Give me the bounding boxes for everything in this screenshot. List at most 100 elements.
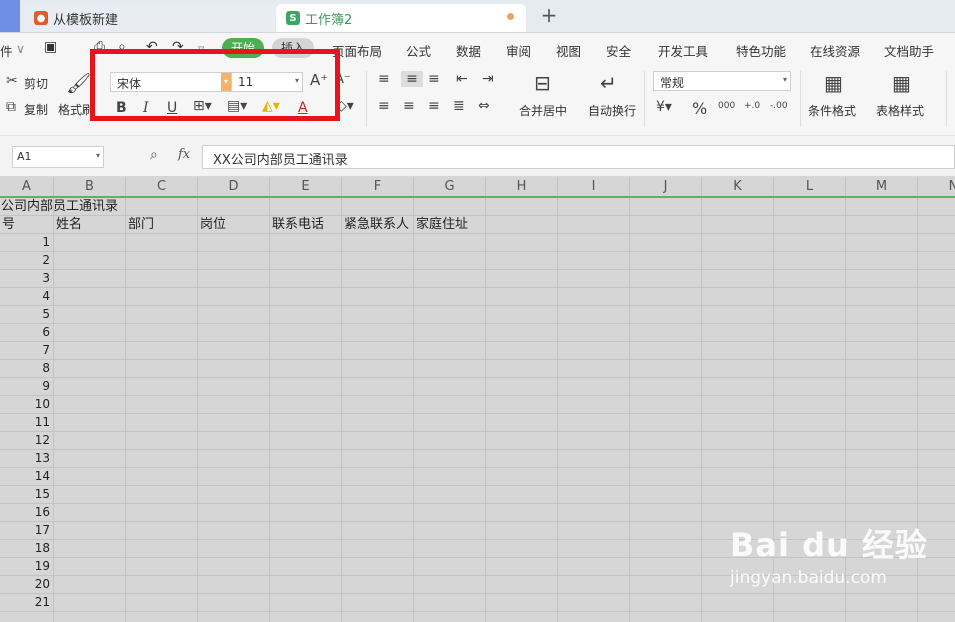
row-number-cell[interactable]: 10	[0, 396, 50, 413]
format-painter-icon[interactable]: 🖌	[66, 71, 91, 95]
align-left-icon[interactable]: ≡	[378, 98, 390, 114]
merge-center-button[interactable]: 合并居中	[519, 102, 567, 119]
row-number-cell[interactable]: 9	[0, 378, 50, 395]
currency-icon[interactable]: ¥▾	[656, 99, 672, 115]
tab-workbook[interactable]: S 工作簿2	[276, 4, 526, 32]
column-header[interactable]: H	[486, 177, 558, 196]
zoom-icon[interactable]: ⌕	[150, 147, 158, 163]
chevron-down-icon[interactable]: ∨	[16, 41, 25, 56]
justify-icon[interactable]: ≣	[453, 98, 465, 114]
tab-label: 从模板新建	[53, 12, 119, 28]
row-number-cell[interactable]: 21	[0, 594, 50, 611]
number-format-select[interactable]: 常规 ▾	[653, 71, 791, 91]
column-header[interactable]: L	[774, 177, 846, 196]
column-header[interactable]: C	[126, 177, 198, 196]
name-box[interactable]: A1 ▾	[12, 146, 104, 168]
fx-button[interactable]: fx	[178, 147, 190, 162]
header-cell[interactable]: 号	[2, 216, 15, 233]
column-header[interactable]: N	[918, 177, 955, 196]
divider	[644, 71, 645, 127]
row-number-cell[interactable]: 11	[0, 414, 50, 431]
row-number-cell[interactable]: 18	[0, 540, 50, 557]
number-format-value: 常规	[660, 76, 685, 90]
row-number-cell[interactable]: 17	[0, 522, 50, 539]
align-center-icon[interactable]: ≡	[403, 98, 415, 114]
align-middle-icon[interactable]: ≡	[401, 71, 423, 87]
wrap-text-button[interactable]: 自动换行	[588, 102, 636, 119]
header-cell[interactable]: 姓名	[56, 216, 82, 233]
copy-icon[interactable]: ⧉	[6, 99, 16, 115]
tab-security[interactable]: 安全	[606, 41, 631, 60]
row-number-cell[interactable]: 14	[0, 468, 50, 485]
row-number-cell[interactable]: 5	[0, 306, 50, 323]
column-header[interactable]: I	[558, 177, 630, 196]
row-gridline	[0, 431, 955, 432]
column-header[interactable]: D	[198, 177, 270, 196]
copy-label[interactable]: 复制	[24, 101, 48, 118]
row-number-cell[interactable]: 1	[0, 234, 50, 251]
thousands-button[interactable]: 000	[718, 101, 735, 111]
conditional-format-icon[interactable]: ▦	[824, 71, 843, 95]
tab-online[interactable]: 在线资源	[810, 41, 860, 60]
row-number-cell[interactable]: 7	[0, 342, 50, 359]
merge-cells-icon[interactable]: ⊟	[534, 71, 551, 95]
column-header[interactable]: J	[630, 177, 702, 196]
row-number-cell[interactable]: 3	[0, 270, 50, 287]
row-number-cell[interactable]: 16	[0, 504, 50, 521]
column-header[interactable]: K	[702, 177, 774, 196]
column-header[interactable]: G	[414, 177, 486, 196]
table-style-icon[interactable]: ▦	[892, 71, 911, 95]
menu-file[interactable]: 件	[0, 41, 13, 60]
row-number-cell[interactable]: 19	[0, 558, 50, 575]
header-cell[interactable]: 联系电话	[272, 216, 324, 233]
distribute-icon[interactable]: ⇔	[478, 98, 490, 114]
tab-template[interactable]: ● 从模板新建	[24, 4, 274, 32]
row-number-cell[interactable]: 15	[0, 486, 50, 503]
align-right-icon[interactable]: ≡	[428, 98, 440, 114]
column-header[interactable]: M	[846, 177, 918, 196]
format-painter-label[interactable]: 格式刷	[58, 101, 94, 118]
tab-assistant[interactable]: 文档助手	[884, 41, 934, 60]
table-style-button[interactable]: 表格样式	[876, 102, 924, 119]
conditional-format-button[interactable]: 条件格式	[808, 102, 856, 119]
cut-label[interactable]: 剪切	[24, 75, 48, 92]
tab-data[interactable]: 数据	[456, 41, 481, 60]
app-home-tab[interactable]	[0, 0, 20, 32]
row-number-cell[interactable]: 6	[0, 324, 50, 341]
column-header[interactable]: A	[0, 177, 54, 196]
indent-decrease-icon[interactable]: ⇤	[456, 71, 468, 87]
tab-review[interactable]: 审阅	[506, 41, 531, 60]
row-number-cell[interactable]: 2	[0, 252, 50, 269]
row-number-cell[interactable]: 8	[0, 360, 50, 377]
decimal-increase-button[interactable]: +.0	[744, 101, 760, 111]
tab-formulas[interactable]: 公式	[406, 41, 431, 60]
align-bottom-icon[interactable]: ≡	[428, 71, 440, 87]
column-header[interactable]: F	[342, 177, 414, 196]
percent-button[interactable]: %	[692, 99, 707, 118]
row-number-cell[interactable]: 4	[0, 288, 50, 305]
column-header[interactable]: E	[270, 177, 342, 196]
tab-features[interactable]: 特色功能	[736, 41, 786, 60]
formula-input[interactable]: XX公司内部员工通讯录	[202, 145, 955, 169]
row-gridline	[0, 503, 955, 504]
row-number-cell[interactable]: 12	[0, 432, 50, 449]
header-cell[interactable]: 家庭住址	[416, 216, 468, 233]
align-top-icon[interactable]: ≡	[378, 71, 390, 87]
header-cell[interactable]: 岗位	[200, 216, 226, 233]
decimal-decrease-button[interactable]: -.00	[770, 101, 788, 111]
header-cell[interactable]: 紧急联系人	[344, 216, 409, 233]
row-number-cell[interactable]: 20	[0, 576, 50, 593]
tab-developer[interactable]: 开发工具	[658, 41, 708, 60]
indent-increase-icon[interactable]: ⇥	[482, 71, 494, 87]
save-icon[interactable]: ▣	[44, 39, 57, 55]
column-header[interactable]: B	[54, 177, 126, 196]
new-tab-button[interactable]: +	[538, 5, 560, 27]
row-number-cell[interactable]: 13	[0, 450, 50, 467]
sheet-title-cell[interactable]: 公司内部员工通讯录	[1, 198, 118, 215]
scissors-icon[interactable]: ✂	[6, 73, 18, 89]
wrap-text-icon[interactable]: ↵	[600, 71, 617, 95]
tab-view[interactable]: 视图	[556, 41, 581, 60]
tab-bar: ● 从模板新建 S 工作簿2 +	[0, 0, 955, 33]
header-cell[interactable]: 部门	[128, 216, 154, 233]
chevron-down-icon: ▾	[95, 151, 100, 160]
